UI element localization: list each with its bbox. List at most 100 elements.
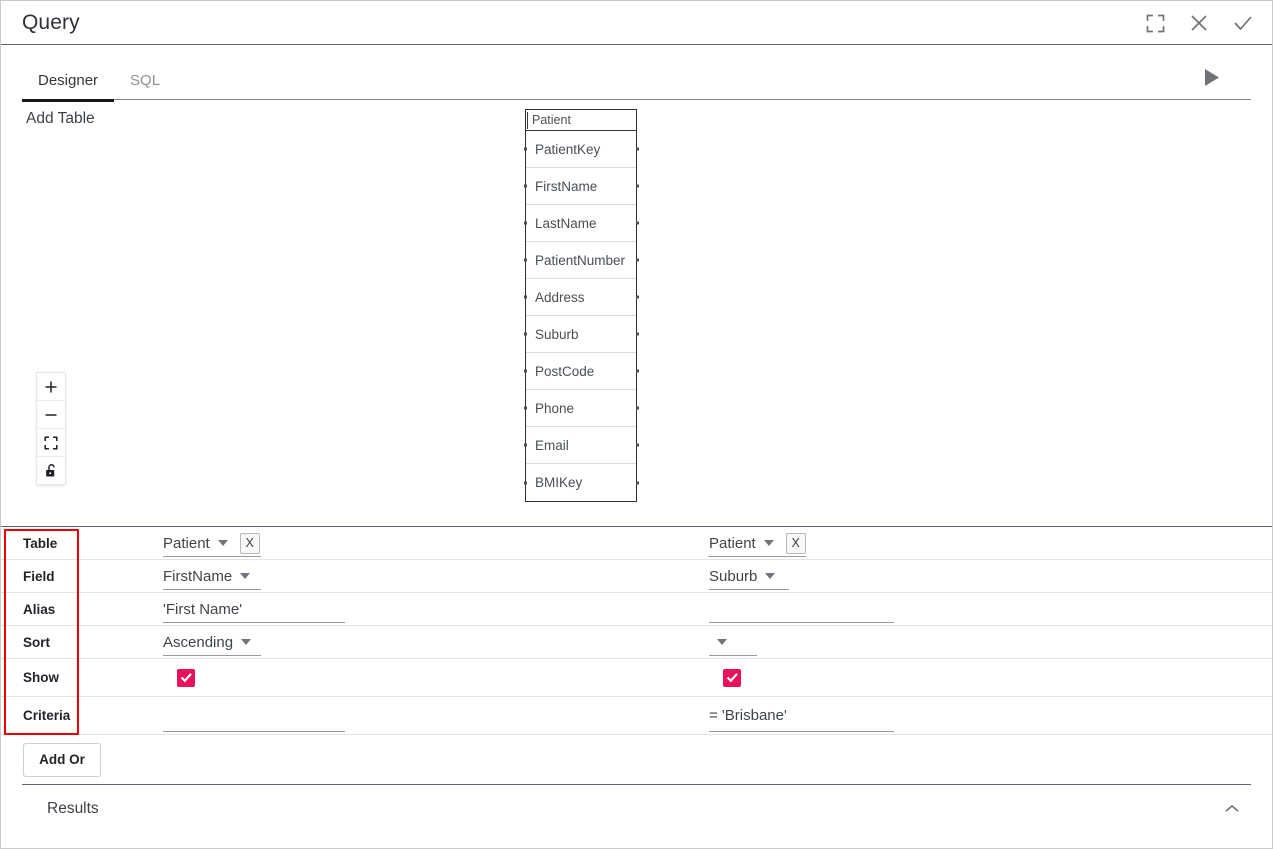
entity-field[interactable]: FirstName [523,168,639,205]
chevron-down-icon[interactable] [765,573,776,579]
field-underline [163,589,261,590]
cell-table-col2[interactable]: Patient X [624,527,1169,559]
field-underline [709,655,757,656]
connector-dot-right [635,147,639,151]
remove-column-col2[interactable]: X [785,532,806,554]
cell-alias-col2[interactable] [624,593,1169,625]
connector-dot-left [523,184,527,188]
sort-select-col1[interactable]: Ascending [163,634,233,651]
window-title: Query [22,10,80,34]
grid-row-alias: Alias 'First Name' [1,593,1272,626]
grid-row-table: Table Patient X Patient X [1,527,1272,560]
table-select-col2[interactable]: Patient [709,535,756,552]
connector-dot-left [523,295,527,299]
alias-input-col1[interactable]: 'First Name' [163,601,242,618]
add-or-container: Add Or [1,735,1272,784]
chevron-down-icon[interactable] [717,639,727,645]
title-bar-actions [1140,1,1258,45]
cell-table-col1[interactable]: Patient X [79,527,624,559]
cell-criteria-col2[interactable]: = 'Brisbane' [624,697,1169,734]
row-label-criteria: Criteria [23,708,71,723]
entity-field[interactable]: Email [523,427,639,464]
chevron-down-icon[interactable] [240,573,251,579]
cell-alias-col1[interactable]: 'First Name' [79,593,624,625]
design-canvas[interactable]: Add Table Patient PatientKey FirstName L… [1,100,1272,527]
run-query-button[interactable] [1198,64,1224,90]
entity-table-patient[interactable]: Patient PatientKey FirstName LastName Pa… [523,109,639,502]
tab-bar: Designer SQL [1,45,1272,102]
entity-field[interactable]: PostCode [523,353,639,390]
row-label-alias: Alias [23,601,56,617]
entity-field[interactable]: LastName [523,205,639,242]
grid-row-field: Field FirstName Suburb [1,560,1272,593]
field-underline [163,556,261,557]
field-underline [709,589,789,590]
add-or-button[interactable]: Add Or [23,742,101,777]
row-label-sort: Sort [23,634,50,650]
canvas-zoom-controls [36,372,66,485]
zoom-out-icon[interactable] [37,401,65,429]
add-table-button[interactable]: Add Table [26,110,95,128]
field-select-col2[interactable]: Suburb [709,568,757,585]
zoom-in-icon[interactable] [37,373,65,401]
confirm-icon[interactable] [1228,8,1258,38]
entity-field[interactable]: Suburb [523,316,639,353]
connector-dot-right [635,332,639,336]
unlock-icon[interactable] [37,457,65,484]
entity-field[interactable]: BMIKey [523,464,639,501]
entity-field-label: Suburb [535,327,579,342]
entity-field-label: PatientKey [535,142,601,157]
grid-row-sort: Sort Ascending [1,626,1272,659]
cell-sort-col2[interactable] [624,626,1169,658]
cell-show-col1 [79,659,624,696]
entity-field-label: Phone [535,401,575,416]
field-underline [163,655,261,656]
table-select-col1[interactable]: Patient [163,535,210,552]
criteria-input-col2[interactable]: = 'Brisbane' [709,707,787,724]
fit-screen-icon[interactable] [37,429,65,457]
connector-dot-right [635,406,639,410]
connector-dot-left [523,147,527,151]
show-checkbox-col1[interactable] [177,668,195,687]
query-window: Query Designer SQL Add Table Patient Pat… [0,0,1273,849]
chevron-up-icon[interactable] [1219,796,1245,822]
tab-designer[interactable]: Designer [22,72,115,102]
entity-field[interactable]: PatientKey [523,131,639,168]
connector-dot-right [635,369,639,373]
cell-criteria-col1[interactable] [79,697,624,734]
entity-field-label: LastName [535,216,597,231]
connector-dot-right [635,295,639,299]
chevron-down-icon[interactable] [241,639,252,645]
grid-row-criteria: Criteria = 'Brisbane' [1,697,1272,735]
row-label-field: Field [23,568,55,584]
entity-table-name: Patient [526,110,636,131]
chevron-down-icon[interactable] [763,540,774,546]
field-select-col1[interactable]: FirstName [163,568,232,585]
connector-dot-left [523,481,527,484]
entity-field[interactable]: Address [523,279,639,316]
entity-field[interactable]: PatientNumber [523,242,639,279]
connector-dot-right [635,443,639,447]
row-label-table: Table [23,535,58,551]
connector-dot-left [523,443,527,447]
remove-column-col1[interactable]: X [239,532,260,554]
tab-designer-label: Designer [38,72,99,89]
entity-field-label: PostCode [535,364,595,379]
cell-field-col2[interactable]: Suburb [624,560,1169,592]
title-bar: Query [1,1,1272,45]
connector-dot-left [523,406,527,410]
cell-sort-col1[interactable]: Ascending [79,626,624,658]
field-underline [708,556,806,557]
tab-sql[interactable]: SQL [114,73,176,100]
connector-dot-right [635,221,639,225]
show-checkbox-col2[interactable] [723,668,741,687]
row-label-show: Show [23,670,59,685]
chevron-down-icon[interactable] [217,540,228,546]
expand-icon[interactable] [1140,8,1170,38]
results-label: Results [47,799,99,817]
close-icon[interactable] [1184,8,1214,38]
entity-field[interactable]: Phone [523,390,639,427]
field-underline [163,622,345,623]
cell-field-col1[interactable]: FirstName [79,560,624,592]
entity-field-label: BMIKey [535,475,583,490]
